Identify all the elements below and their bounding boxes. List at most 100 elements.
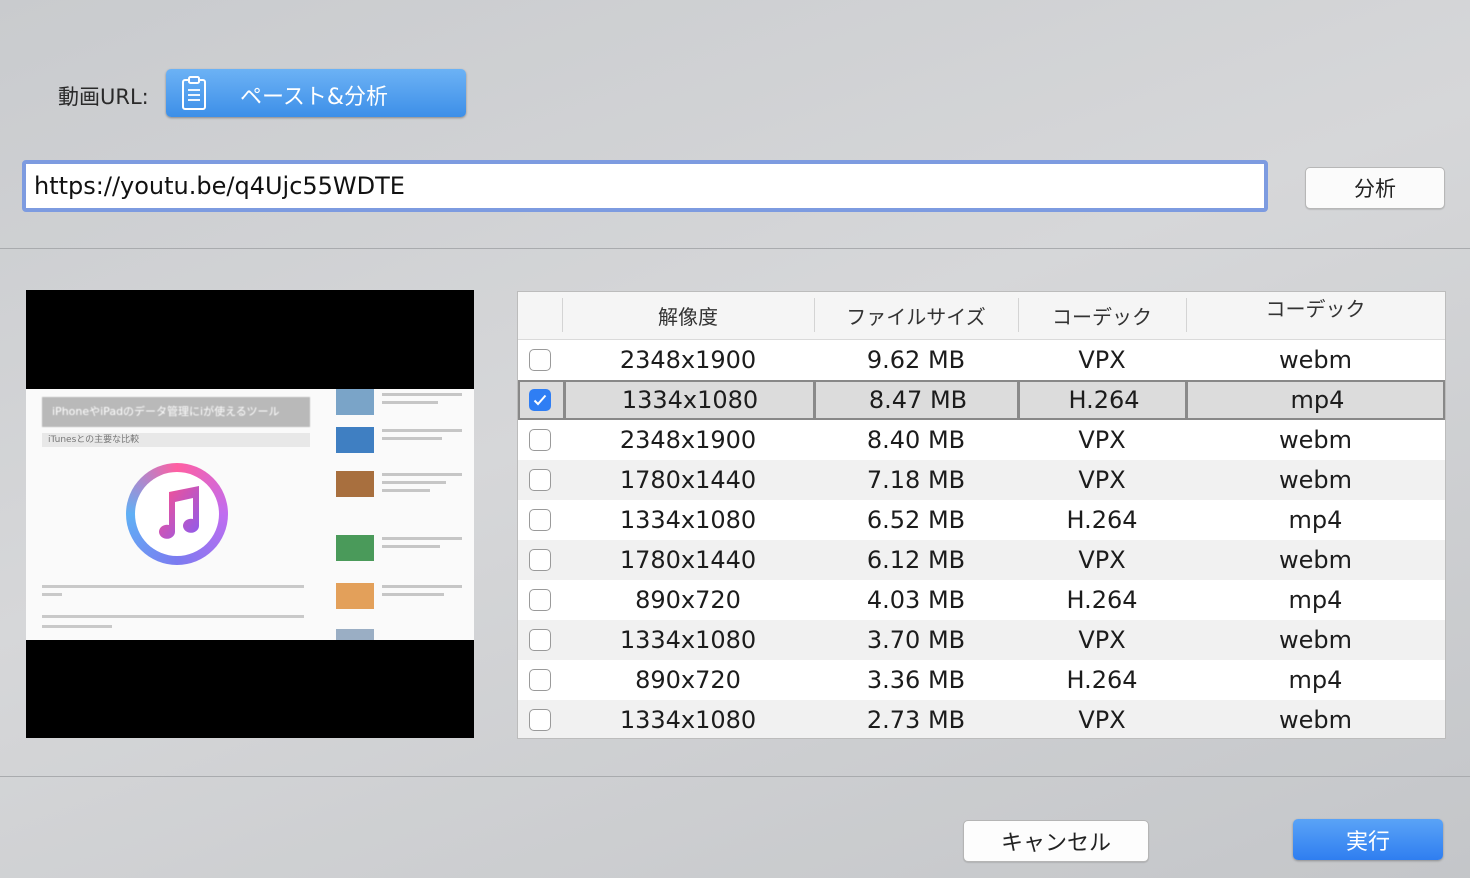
music-note-icon — [159, 486, 199, 539]
row-checkbox[interactable] — [529, 709, 551, 731]
row-checkbox[interactable] — [529, 589, 551, 611]
video-url-input[interactable] — [22, 160, 1268, 212]
cell-container: mp4 — [1288, 666, 1343, 694]
row-checkbox[interactable] — [529, 349, 551, 371]
table-row[interactable]: 2348x1900 8.40 MB VPX webm — [518, 420, 1445, 460]
thumbnail-side-text — [382, 537, 462, 540]
selected-row-separator — [563, 382, 566, 418]
cell-resolution: 2348x1900 — [619, 346, 757, 374]
cancel-button[interactable]: キャンセル — [963, 820, 1149, 862]
cell-codec: H.264 — [1066, 666, 1138, 694]
cell-file-size: 8.47 MB — [868, 386, 968, 414]
cell-codec: H.264 — [1066, 506, 1138, 534]
itunes-logo-icon — [126, 463, 228, 565]
cell-container: mp4 — [1288, 586, 1343, 614]
cell-container: webm — [1278, 626, 1352, 654]
thumbnail-side-text — [382, 593, 444, 596]
cell-resolution: 2348x1900 — [619, 426, 757, 454]
row-checkbox[interactable] — [529, 629, 551, 651]
header-codec[interactable]: コーデック — [1018, 292, 1186, 339]
cell-container: mp4 — [1290, 386, 1345, 414]
thumbnail-side-image — [336, 389, 374, 415]
cell-resolution: 890x720 — [635, 666, 741, 694]
thumbnail-subheader: iTunesとの主要な比較 — [42, 433, 310, 447]
cell-file-size: 3.36 MB — [866, 666, 966, 694]
header-container[interactable]: コーデック — [1186, 292, 1445, 339]
table-row[interactable]: 890x720 3.36 MB H.264 mp4 — [518, 660, 1445, 700]
cell-file-size: 9.62 MB — [866, 346, 966, 374]
cell-resolution: 1334x1080 — [619, 706, 757, 734]
thumbnail-header: iPhoneやiPadのデータ管理にiが使えるツール — [42, 397, 310, 427]
paste-and-analyze-label: ペースト&分析 — [240, 85, 389, 110]
table-row[interactable]: 1780x1440 7.18 MB VPX webm — [518, 460, 1445, 500]
thumbnail-side-image — [336, 471, 374, 497]
table-row[interactable]: 1334x1080 6.52 MB H.264 mp4 — [518, 500, 1445, 540]
cell-container: webm — [1278, 546, 1352, 574]
thumbnail-frame: iPhoneやiPadのデータ管理にiが使えるツール iTunesとの主要な比較 — [26, 389, 474, 640]
thumbnail-side-text — [382, 473, 462, 476]
thumbnail-text-line — [42, 593, 62, 596]
cell-resolution: 1780x1440 — [619, 466, 757, 494]
header-resolution[interactable]: 解像度 — [562, 292, 814, 339]
thumbnail-side-text — [382, 393, 462, 396]
cell-resolution: 1334x1080 — [621, 386, 759, 414]
thumbnail-side-text — [382, 481, 446, 484]
cell-file-size: 8.40 MB — [866, 426, 966, 454]
cell-codec: H.264 — [1066, 586, 1138, 614]
cell-codec: VPX — [1078, 626, 1126, 654]
table-header: 解像度 ファイルサイズ コーデック コーデック — [518, 292, 1445, 340]
cell-file-size: 7.18 MB — [866, 466, 966, 494]
cell-codec: VPX — [1078, 346, 1126, 374]
row-checkbox[interactable] — [529, 389, 551, 411]
cell-container: webm — [1278, 466, 1352, 494]
thumbnail-side-text — [382, 545, 440, 548]
table-row[interactable]: 890x720 4.03 MB H.264 mp4 — [518, 580, 1445, 620]
row-checkbox[interactable] — [529, 429, 551, 451]
checkmark-icon — [533, 394, 547, 406]
paste-and-analyze-button[interactable]: ペースト&分析 — [166, 69, 466, 117]
thumbnail-text-line — [42, 615, 304, 618]
row-checkbox[interactable] — [529, 509, 551, 531]
cell-file-size: 2.73 MB — [866, 706, 966, 734]
thumbnail-side-text — [382, 401, 438, 404]
cell-codec: VPX — [1078, 466, 1126, 494]
thumbnail-side-image — [336, 583, 374, 609]
row-checkbox[interactable] — [529, 549, 551, 571]
cell-resolution: 1334x1080 — [619, 506, 757, 534]
cell-codec: VPX — [1078, 546, 1126, 574]
selected-row-separator — [813, 382, 816, 418]
table-row[interactable]: 1334x1080 3.70 MB VPX webm — [518, 620, 1445, 660]
thumbnail-side-text — [382, 437, 442, 440]
cell-codec: VPX — [1078, 426, 1126, 454]
table-row[interactable]: 1780x1440 6.12 MB VPX webm — [518, 540, 1445, 580]
table-row[interactable]: 2348x1900 9.62 MB VPX webm — [518, 340, 1445, 380]
cell-resolution: 1780x1440 — [619, 546, 757, 574]
thumbnail-side-image — [336, 629, 374, 640]
thumbnail-side-text — [382, 585, 462, 588]
cell-file-size: 4.03 MB — [866, 586, 966, 614]
cell-codec: H.264 — [1068, 386, 1140, 414]
cell-resolution: 1334x1080 — [619, 626, 757, 654]
bottom-divider — [0, 776, 1470, 777]
cell-resolution: 890x720 — [635, 586, 741, 614]
row-checkbox[interactable] — [529, 669, 551, 691]
video-thumbnail: iPhoneやiPadのデータ管理にiが使えるツール iTunesとの主要な比較 — [26, 290, 474, 738]
thumbnail-side-image — [336, 427, 374, 453]
table-row[interactable]: 1334x1080 8.47 MB H.264 mp4 — [518, 380, 1445, 420]
thumbnail-text-line — [42, 585, 304, 588]
thumbnail-side-text — [382, 429, 462, 432]
row-checkbox[interactable] — [529, 469, 551, 491]
header-select-column[interactable] — [518, 292, 562, 339]
cell-container: webm — [1278, 706, 1352, 734]
top-divider — [0, 248, 1470, 249]
header-file-size[interactable]: ファイルサイズ — [814, 292, 1018, 339]
cell-container: webm — [1278, 346, 1352, 374]
analyze-button[interactable]: 分析 — [1305, 167, 1445, 209]
selected-row-separator — [1017, 382, 1020, 418]
run-button[interactable]: 実行 — [1293, 819, 1443, 860]
selected-row-separator — [1185, 382, 1188, 418]
cell-container: webm — [1278, 426, 1352, 454]
thumbnail-text-line — [42, 625, 112, 628]
url-label: 動画URL: — [58, 85, 149, 109]
table-row[interactable]: 1334x1080 2.73 MB VPX webm — [518, 700, 1445, 738]
